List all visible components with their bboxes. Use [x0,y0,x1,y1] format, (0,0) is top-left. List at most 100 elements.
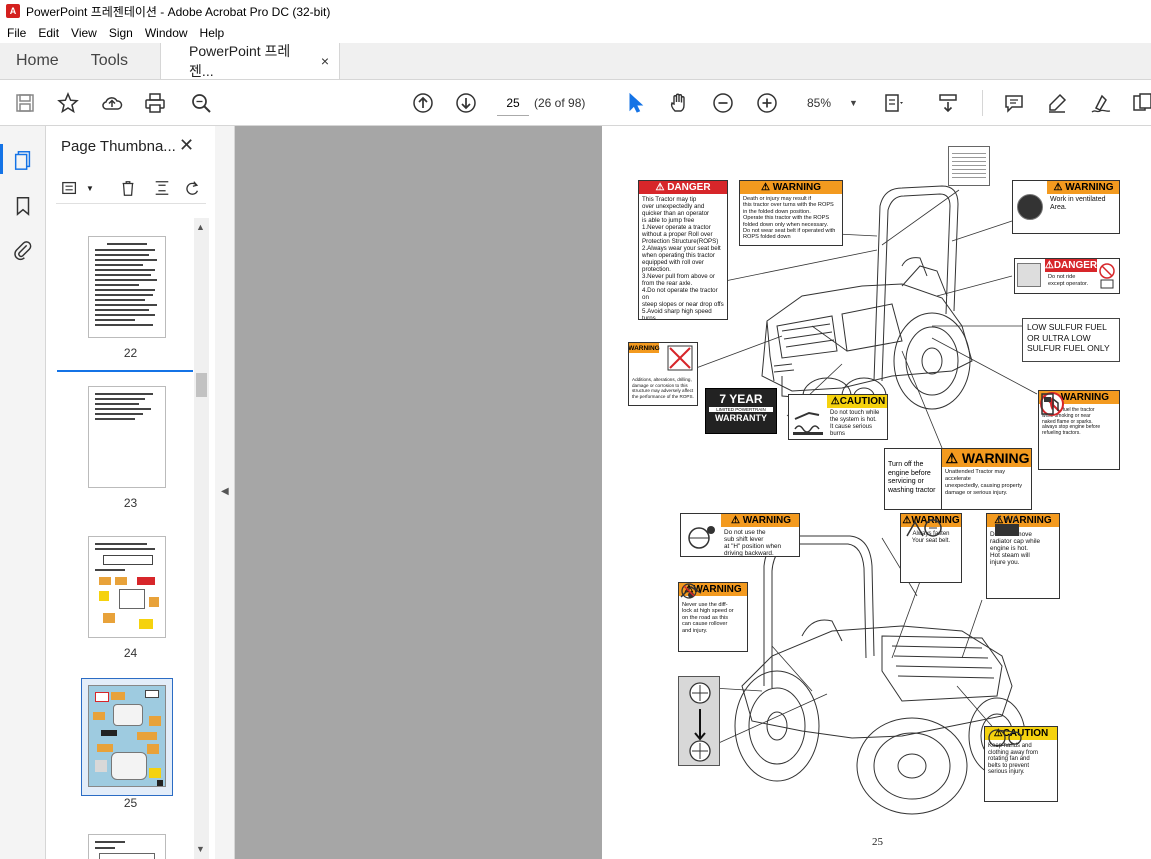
label-danger-ride: ⚠ DANGER Do not ride except operator. [1014,258,1120,294]
exhaust-fumes-icon [1013,181,1047,233]
tab-home[interactable]: Home [0,43,75,79]
warranty-badge: 7 YEAR LIMITED POWERTRAIN WARRANTY [705,388,777,434]
acrobat-logo-icon: A [6,4,20,18]
extract-pages-icon[interactable] [152,178,172,198]
label-fuel: LOW SULFUR FUEL OR ULTRA LOW SULFUR FUEL… [1022,318,1120,362]
close-tab-icon[interactable]: × [321,53,329,69]
menu-edit[interactable]: Edit [32,26,65,40]
thumbnail-label: 25 [123,796,138,810]
scroll-up-icon[interactable]: ▲ [196,222,205,232]
title-bar: A PowerPoint 프레젠테이션 - Adobe Acrobat Pro … [0,0,1151,22]
bookmark-icon[interactable] [11,194,35,218]
delete-icon[interactable] [118,178,138,198]
close-icon[interactable]: ✕ [179,135,194,156]
print-icon[interactable] [144,92,166,114]
zoom-in-icon[interactable] [756,92,778,114]
page-thumbnails-panel: Page Thumbna... ✕ ▼ 22 23 24 25 [46,126,215,859]
chevron-left-icon[interactable]: ◀ [221,486,229,497]
select-cursor-icon[interactable] [624,92,646,114]
page-number-footer: 25 [872,836,883,848]
shift-lever-diagram [678,676,720,766]
search-icon[interactable] [190,92,212,114]
fit-page-icon[interactable] [882,92,904,114]
attachment-icon[interactable] [11,238,35,262]
label-warning-rops-folded: ⚠ WARNING Death or injury may result if … [739,180,843,246]
highlight-pen-icon[interactable] [1046,92,1068,114]
menu-sign[interactable]: Sign [103,26,139,40]
label-caution-hot: ⚠ CAUTION Do not touch while the system i… [788,394,888,440]
thumbnail-page-22[interactable] [88,236,166,338]
zoom-out-icon[interactable] [712,92,734,114]
warning-triangle-icon: ⚠ [655,182,668,193]
menu-bar: File Edit View Sign Window Help [0,22,1151,43]
menu-help[interactable]: Help [194,26,231,40]
thumbnail-page-26[interactable] [88,834,166,859]
fuel-pump-icon [1041,393,1059,415]
thumbnail-page-23[interactable] [88,386,166,488]
left-rail [0,126,46,859]
panel-toolbar: ▼ [56,174,206,204]
label-warning-unattended: Turn off the engine before servicing or … [884,448,1032,510]
rider-pictogram-icon [1017,263,1043,289]
chevron-down-icon[interactable]: ▼ [80,178,100,198]
warning-triangle-icon: ⚠ [1053,182,1066,193]
scrollbar-thumb[interactable] [196,373,207,397]
save-icon[interactable] [14,92,36,114]
pdf-page: ⚠ DANGER This Tractor may tip over unexp… [602,126,1151,859]
label-warning-seatbelt: ⚠ WARNING Always fasten Your seat belt. [900,513,962,583]
hot-surface-icon [791,399,825,437]
upload-cloud-icon[interactable] [101,92,123,114]
tab-document[interactable]: PowerPoint 프레젠... × [160,43,341,79]
subshift-pictogram-icon [683,520,719,552]
scroll-mode-icon[interactable] [937,92,959,114]
tab-document-label: PowerPoint 프레젠... [189,43,291,79]
sign-pen-icon[interactable] [1090,92,1112,114]
chevron-down-icon: ▼ [849,98,858,108]
thumbnail-page-24[interactable] [88,536,166,638]
warning-triangle-icon: ⚠ [1044,260,1054,271]
more-tools-icon[interactable] [1131,92,1151,114]
label-warning-subshift: ⚠ WARNING Do not use the sub shift lever… [680,513,800,557]
window-title: PowerPoint 프레젠테이션 - Adobe Acrobat Pro DC… [26,4,331,19]
star-icon[interactable] [57,92,79,114]
panel-title: Page Thumbna... [61,138,176,155]
label-warning-ventilated: ⚠ WARNING Work in ventilated Area. [1012,180,1120,234]
menu-window[interactable]: Window [139,26,194,40]
page-number-input[interactable] [497,90,529,116]
thumbnail-options-icon[interactable] [60,178,80,198]
document-area[interactable]: ⚠ DANGER This Tractor may tip over unexp… [235,126,1151,859]
menu-file[interactable]: File [0,26,32,40]
next-page-icon[interactable] [455,92,477,114]
panel-collapse-handle[interactable]: ◀ [215,126,235,859]
page-count: (26 of 98) [534,96,586,110]
thumbnail-scrollbar[interactable]: ▲ ▼ [194,218,209,859]
toolbar-separator [982,90,983,116]
hand-tool-icon[interactable] [668,92,690,114]
label-warning-radiator: ⚠WARNING Do not remove radiator cap whil… [986,513,1060,599]
no-rider-icon [1097,262,1117,290]
zoom-value: 85% [807,96,832,110]
zoom-dropdown[interactable]: 85% ▼ [798,90,860,116]
page-thumbnails-icon[interactable] [11,148,35,172]
label-small-info [948,146,990,186]
thumbnail-label: 24 [123,646,138,660]
warning-triangle-icon: ⚠ [760,182,773,193]
tab-tools[interactable]: Tools [75,43,144,79]
menu-view[interactable]: View [65,26,103,40]
thumbnail-label: 23 [123,496,138,510]
no-drilling-icon [667,345,693,371]
tab-bar: Home Tools PowerPoint 프레젠... × [0,43,1151,80]
label-warning-refuel: ⚠ WARNING Do not refuel the tractor whil… [1038,390,1120,470]
warning-triangle-icon: ⚠ [830,396,840,407]
previous-page-icon[interactable] [412,92,434,114]
shift-arrow-icon [689,682,711,762]
active-indicator [0,144,3,174]
thumbnail-label: 22 [123,346,138,360]
comment-icon[interactable] [1003,92,1025,114]
thumbnail-page-25-selected[interactable] [81,678,173,796]
warning-triangle-icon: ⚠ [945,449,962,466]
scroll-down-icon[interactable]: ▼ [196,844,205,854]
label-warning-difflock: ⚠ WARNING Never use the diff- lock at hig… [678,582,748,652]
rotate-icon[interactable] [182,178,202,198]
toolbar: (26 of 98) 85% ▼ [0,80,1151,126]
